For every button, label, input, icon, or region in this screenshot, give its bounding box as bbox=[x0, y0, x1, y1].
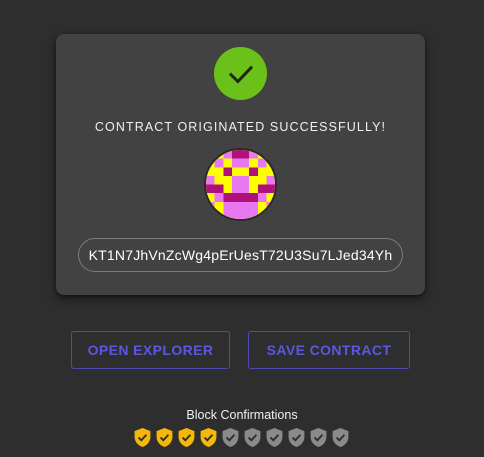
shield-check-icon-pending bbox=[265, 427, 284, 448]
shield-check-icon-pending bbox=[331, 427, 350, 448]
check-circle-icon bbox=[214, 47, 267, 100]
contract-address[interactable]: KT1N7JhVnZcWg4pErUesT72U3Su7LJed34Yh bbox=[78, 238, 403, 272]
shield-check-icon-confirmed bbox=[177, 427, 196, 448]
success-title: CONTRACT ORIGINATED SUCCESSFULLY! bbox=[94, 120, 387, 134]
shield-check-icon-pending bbox=[243, 427, 262, 448]
shield-check-icon-confirmed bbox=[155, 427, 174, 448]
block-confirmations-label: Block Confirmations bbox=[186, 408, 298, 422]
contract-avatar bbox=[204, 148, 277, 221]
shield-check-icon-confirmed bbox=[133, 427, 152, 448]
shield-check-icon-pending bbox=[309, 427, 328, 448]
shield-check-icon-pending bbox=[221, 427, 240, 448]
save-contract-button[interactable]: SAVE CONTRACT bbox=[248, 331, 410, 369]
shield-check-icon-confirmed bbox=[199, 427, 218, 448]
open-explorer-button[interactable]: OPEN EXPLORER bbox=[71, 331, 230, 369]
success-card: CONTRACT ORIGINATED SUCCESSFULLY! KT1N7J… bbox=[56, 34, 425, 295]
block-confirmations-indicator bbox=[133, 427, 350, 448]
shield-check-icon-pending bbox=[287, 427, 306, 448]
